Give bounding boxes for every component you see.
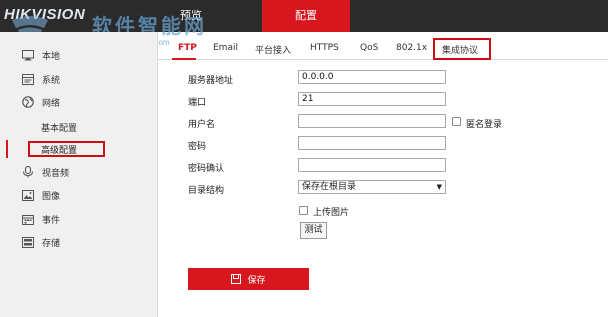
save-button[interactable]: 保存 [188, 268, 309, 290]
sidebar-item-label: 存储 [42, 238, 61, 249]
anonymous-checkbox[interactable] [452, 117, 461, 126]
password-confirm-input[interactable] [298, 158, 446, 172]
sidebar-item-label: 事件 [42, 215, 61, 226]
sidebar-item-storage[interactable]: 存储 [0, 231, 158, 253]
image-icon [17, 189, 39, 201]
tab-8021x[interactable]: 802.1x [396, 43, 427, 53]
test-button[interactable]: 测试 [300, 222, 327, 239]
sidebar-item-network[interactable]: 网络 [0, 91, 158, 113]
sidebar-subitem-basic-config[interactable]: 基本配置 [41, 121, 77, 134]
server-address-label: 服务器地址 [188, 76, 234, 86]
sidebar-item-label: 图像 [42, 191, 61, 202]
tab-bar: FTP Email 平台接入 HTTPS QoS 802.1x 集成协议 [158, 38, 608, 60]
active-tab-underline [172, 58, 196, 60]
directory-structure-label: 目录结构 [188, 186, 225, 196]
highlight-box-integration-protocol [433, 38, 491, 60]
tab-https[interactable]: HTTPS [310, 43, 339, 53]
port-input[interactable]: 21 [298, 92, 446, 106]
save-button-label: 保存 [247, 275, 266, 286]
directory-structure-select[interactable]: 保存在根目录 ▼ [298, 180, 446, 194]
storage-icon [17, 236, 39, 248]
password-label: 密码 [188, 142, 207, 152]
sidebar-item-event[interactable]: 事件 [0, 208, 158, 230]
tab-email[interactable]: Email [213, 43, 238, 53]
tab-qos[interactable]: QoS [360, 43, 378, 53]
save-icon [231, 274, 242, 284]
sidebar-item-local[interactable]: 本地 [0, 44, 158, 66]
sidebar-item-label: 视音频 [42, 168, 70, 179]
directory-structure-value: 保存在根目录 [302, 182, 357, 192]
highlight-box-advanced-config [28, 141, 105, 157]
sidebar-item-image[interactable]: 图像 [0, 184, 158, 206]
system-icon [17, 73, 39, 85]
sidebar-item-label: 系统 [42, 75, 61, 86]
sidebar-item-video-audio[interactable]: 视音频 [0, 161, 158, 183]
anonymous-label: 匿名登录 [466, 120, 503, 130]
username-label: 用户名 [188, 120, 216, 130]
sidebar-item-system[interactable]: 系统 [0, 68, 158, 90]
server-address-input[interactable]: 0.0.0.0 [298, 70, 446, 84]
upload-picture-label: 上传图片 [313, 208, 350, 218]
microphone-icon [17, 166, 39, 178]
tab-ftp[interactable]: FTP [178, 43, 197, 53]
sidebar-item-label: 本地 [42, 51, 61, 62]
username-input[interactable] [298, 114, 446, 128]
tab-platform-access[interactable]: 平台接入 [255, 43, 291, 56]
password-input[interactable] [298, 136, 446, 150]
active-item-marker [6, 140, 8, 158]
monitor-icon [17, 49, 39, 61]
sidebar: 本地 系统 网络 基本配置 高级配置 视音频 图像 事件 存储 [0, 32, 158, 317]
calendar-icon [17, 214, 39, 225]
globe-icon [17, 96, 39, 108]
nav-configuration[interactable]: 配置 [262, 0, 350, 32]
password-confirm-label: 密码确认 [188, 164, 225, 174]
dropdown-arrow-icon: ▼ [436, 183, 442, 191]
port-label: 端口 [188, 98, 207, 108]
upload-picture-checkbox[interactable] [299, 206, 308, 215]
sidebar-item-label: 网络 [42, 98, 61, 109]
